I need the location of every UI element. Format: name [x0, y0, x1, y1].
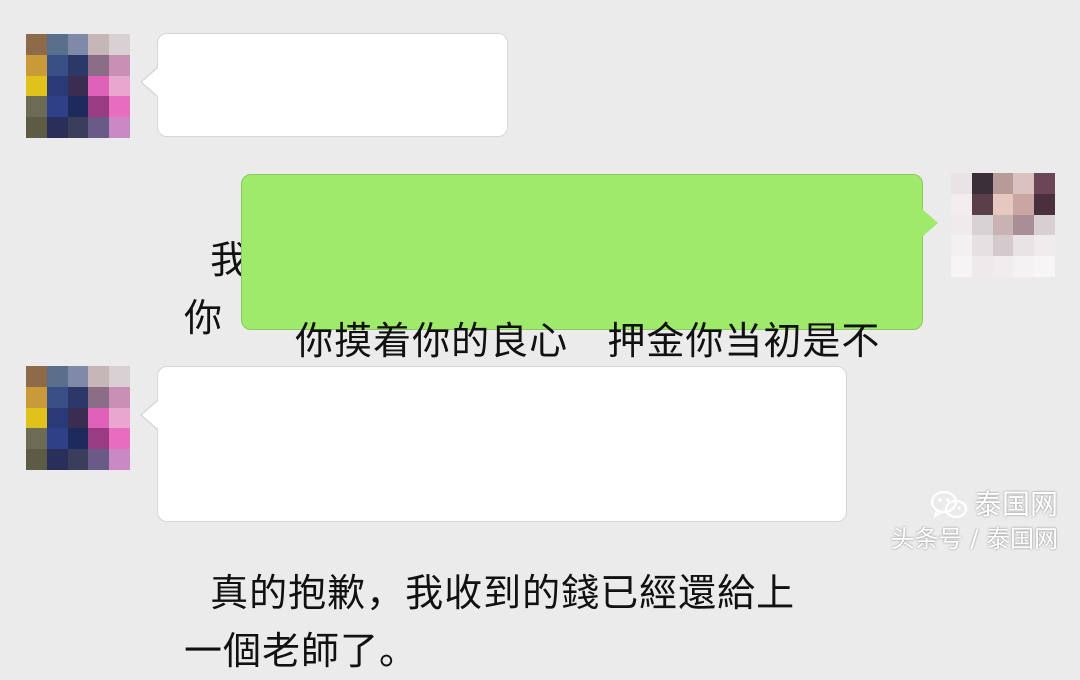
watermark-name: 泰国网 [973, 488, 1058, 521]
watermark-title-row: 泰国网 [891, 488, 1058, 522]
bubble-tail [142, 68, 158, 96]
contact-avatar-pixelated[interactable] [26, 366, 130, 470]
contact-avatar-pixelated[interactable] [26, 34, 130, 138]
incoming-message-bubble[interactable]: 我沒有辦法給你 [140, 33, 508, 340]
message-text: 真的抱歉，我收到的錢已經還給上 一個老師了。 [184, 571, 796, 673]
bubble-tail [922, 209, 938, 237]
bubble-tail [142, 401, 158, 429]
watermark: 泰国网 头条号 / 泰国网 [891, 488, 1058, 554]
watermark-source: 头条号 / 泰国网 [890, 525, 1058, 553]
wechat-icon [930, 489, 968, 521]
incoming-message-bubble[interactable]: 真的抱歉，我收到的錢已經還給上 一個老師了。 [140, 366, 847, 673]
self-avatar-pixelated[interactable] [951, 173, 1055, 277]
outgoing-message-bubble[interactable]: 你摸着你的良心 押金你当初是不 是答应给我。你收了我的钱！ [241, 174, 938, 421]
